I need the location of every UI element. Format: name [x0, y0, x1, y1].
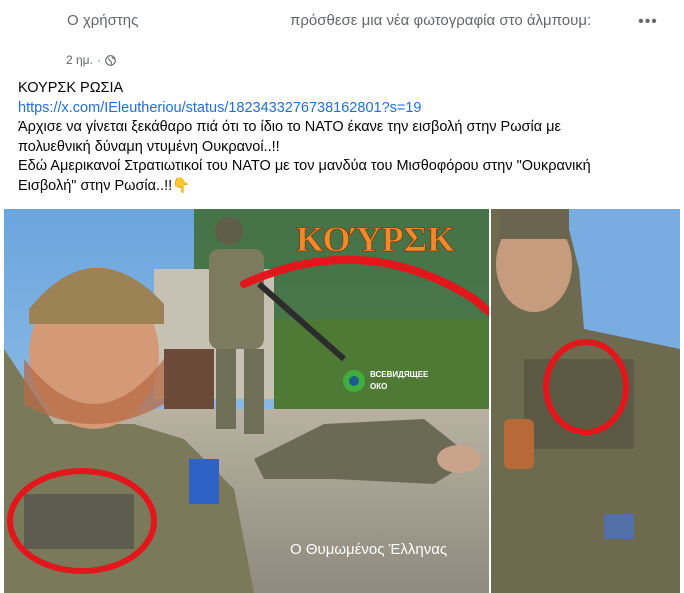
globe-icon[interactable] — [105, 54, 116, 66]
post-body-line: Εισβολή" στην Ρωσία..!!👇 — [18, 177, 191, 194]
watermark-line1: ВСЕВИДЯЩЕЕ — [370, 370, 429, 379]
post-body-line: πολυεθνική δύναμη ντυμένη Ουκρανοί..!! — [18, 138, 280, 155]
post-photo[interactable]: ΚΟΎΡΣΚ ВСЕВИДЯЩЕЕ ОКО Ο Θυμωμένος Έλληνα… — [4, 209, 680, 593]
post-timestamp[interactable]: 2 ημ. — [66, 53, 93, 67]
watermark-line2: ОКО — [370, 382, 387, 391]
post-title: ΚΟΥΡΣΚ ΡΩΣΙΑ — [18, 80, 124, 96]
photo-title: ΚΟΎΡΣΚ — [296, 219, 455, 259]
post-author[interactable]: Ο χρήστης — [67, 12, 138, 29]
post-body-line: Εδώ Αμερικανοί Στρατιωτικοί του ΝΑΤΟ με … — [18, 158, 591, 174]
meta-separator: · — [96, 53, 101, 67]
post-card: Ο χρήστης πρόσθεσε μια νέα φωτογραφία στ… — [0, 0, 684, 593]
post-action-text: πρόσθεσε μια νέα φωτογραφία στο άλμπουμ: — [290, 12, 592, 29]
photo-credit: Ο Θυμωμένος Έλληνας — [290, 541, 447, 558]
more-options-icon[interactable]: ••• — [636, 14, 660, 30]
post-link[interactable]: https://x.com/IEleutheriou/status/182343… — [18, 100, 421, 116]
post-text: ΚΟΥΡΣΚ ΡΩΣΙΑ https://x.com/IEleutheriou/… — [18, 79, 668, 196]
post-header: Ο χρήστης πρόσθεσε μια νέα φωτογραφία στ… — [0, 0, 684, 44]
photo-collage: ΚΟΎΡΣΚ ВСЕВИДЯЩЕЕ ОКО Ο Θυμωμένος Έλληνα… — [4, 209, 680, 593]
post-meta: 2 ημ. · — [66, 53, 116, 67]
post-body-line: Άρχισε να γίνεται ξεκάθαρο πιά ότι το ίδ… — [18, 119, 561, 135]
